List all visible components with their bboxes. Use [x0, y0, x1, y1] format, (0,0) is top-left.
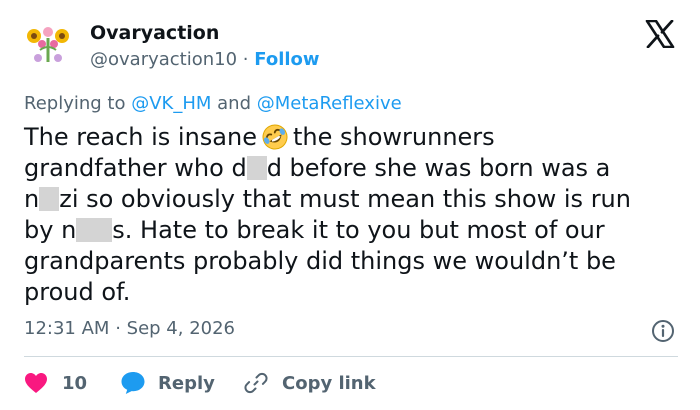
follow-button[interactable]: Follow	[254, 49, 319, 70]
mention-metareflexive[interactable]: @MetaReflexive	[257, 93, 402, 114]
handle-separator: ·	[242, 49, 249, 70]
link-icon	[244, 372, 268, 394]
replying-conjunction: and	[217, 93, 252, 114]
tweet-timestamp[interactable]: 12:31 AM · Sep 4, 2026	[24, 318, 235, 339]
tweet-text-segment: d before she was born was a	[266, 154, 611, 182]
tweet-line-6: proud of.	[24, 278, 131, 306]
tweet-line-5: grandparents probably did things we woul…	[24, 247, 616, 275]
author-handle-line: @ovaryaction10 · Follow	[90, 49, 320, 70]
author-handle[interactable]: @ovaryaction10	[90, 49, 237, 70]
tweet-text-segment: The reach is insane	[24, 123, 257, 151]
timestamp-separator: ·	[115, 318, 121, 339]
replying-prefix: Replying to	[24, 93, 126, 114]
tweet-text-segment: s. Hate to break it to you but most of o…	[112, 216, 605, 244]
tweet-text-segment: the showrunners	[292, 123, 495, 151]
tweet-line-2: grandfather who d d before she was born w…	[24, 153, 684, 184]
author-name[interactable]: Ovaryaction	[90, 22, 219, 44]
avatar[interactable]	[24, 22, 72, 70]
like-button[interactable]: 10	[24, 370, 87, 396]
info-icon[interactable]	[651, 319, 675, 343]
tweet-text: The reach is insane the showrunners gran…	[24, 122, 684, 308]
tweet-text-segment: by n	[24, 216, 77, 244]
tweet-text-segment: n	[24, 185, 40, 213]
copy-link-button[interactable]: Copy link	[244, 370, 376, 396]
like-count: 10	[62, 372, 88, 394]
rolling-on-floor-laughing-emoji-icon	[262, 124, 288, 150]
tweet-text-segment: grandfather who d	[24, 154, 247, 182]
tweet-time: 12:31 AM	[24, 318, 110, 339]
tweet-line-3: n zi so obviously that must mean this sho…	[24, 184, 684, 215]
reply-label: Reply	[158, 372, 215, 394]
copy-link-label: Copy link	[282, 372, 376, 394]
tweet-text-segment: zi so obviously that must mean this show…	[59, 185, 631, 213]
mention-vk-hm[interactable]: @VK_HM	[131, 93, 211, 114]
censor-block	[246, 156, 267, 180]
reply-bubble-icon	[121, 372, 145, 394]
x-logo-icon[interactable]	[645, 20, 675, 48]
tweet-line-1: The reach is insane the showrunners	[24, 122, 684, 153]
censor-block	[76, 218, 113, 242]
heart-icon	[25, 373, 47, 393]
reply-button[interactable]: Reply	[120, 370, 215, 396]
replying-to: Replying to @VK_HM and @MetaReflexive	[24, 93, 402, 114]
divider	[24, 356, 678, 357]
tweet-date: Sep 4, 2026	[126, 318, 236, 339]
censor-block	[39, 187, 60, 211]
tweet-line-4: by n s. Hate to break it to you but most …	[24, 215, 684, 246]
